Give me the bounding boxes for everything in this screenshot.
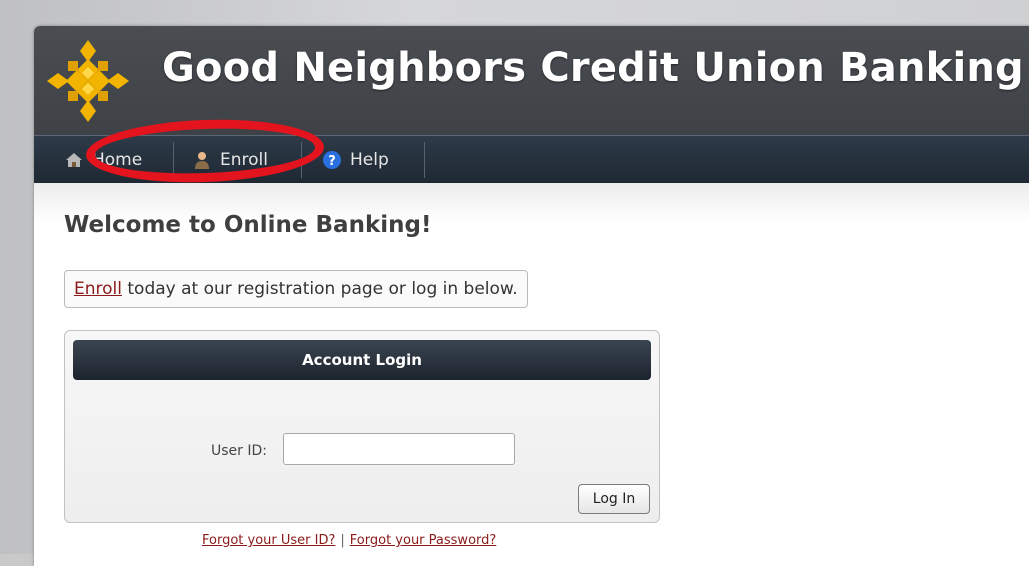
login-panel-title: Account Login [73,340,651,380]
site-title: Good Neighbors Credit Union Banking [162,45,1024,91]
login-button[interactable]: Log In [578,484,650,514]
logo-icon [47,40,129,122]
main-nav: Home Enroll ? Help [34,135,1029,184]
nav-label-home: Home [92,150,143,170]
enroll-link[interactable]: Enroll [74,279,122,299]
nav-divider [424,142,425,178]
site-header: Good Neighbors Credit Union Banking [34,26,1029,135]
enroll-message: today at our registration page or log in… [121,279,518,299]
forgot-password-link[interactable]: Forgot your Password? [350,533,497,548]
svg-text:?: ? [328,154,336,169]
forgot-userid-link[interactable]: Forgot your User ID? [202,533,335,548]
nav-divider [173,142,174,178]
page-title: Welcome to Online Banking! [64,212,432,238]
forgot-links: Forgot your User ID? | Forgot your Passwor… [202,533,496,548]
userid-input[interactable] [283,433,515,465]
nav-label-help: Help [350,150,389,170]
person-icon [195,152,209,169]
nav-item-enroll[interactable]: Enroll [192,136,268,184]
nav-item-help[interactable]: ? Help [322,136,389,184]
enroll-notice: Enroll today at our registration page or… [64,270,528,308]
nav-item-home[interactable]: Home [64,136,142,184]
help-question-icon: ? [323,151,341,169]
nav-divider [301,142,302,178]
house-icon [66,153,82,167]
page-frame: Good Neighbors Credit Union Banking Home… [34,26,1029,566]
nav-label-enroll: Enroll [220,150,268,170]
userid-label: User ID: [211,443,267,459]
login-panel: Account Login User ID: Log In [64,330,660,523]
forgot-links-separator: | [340,533,345,548]
